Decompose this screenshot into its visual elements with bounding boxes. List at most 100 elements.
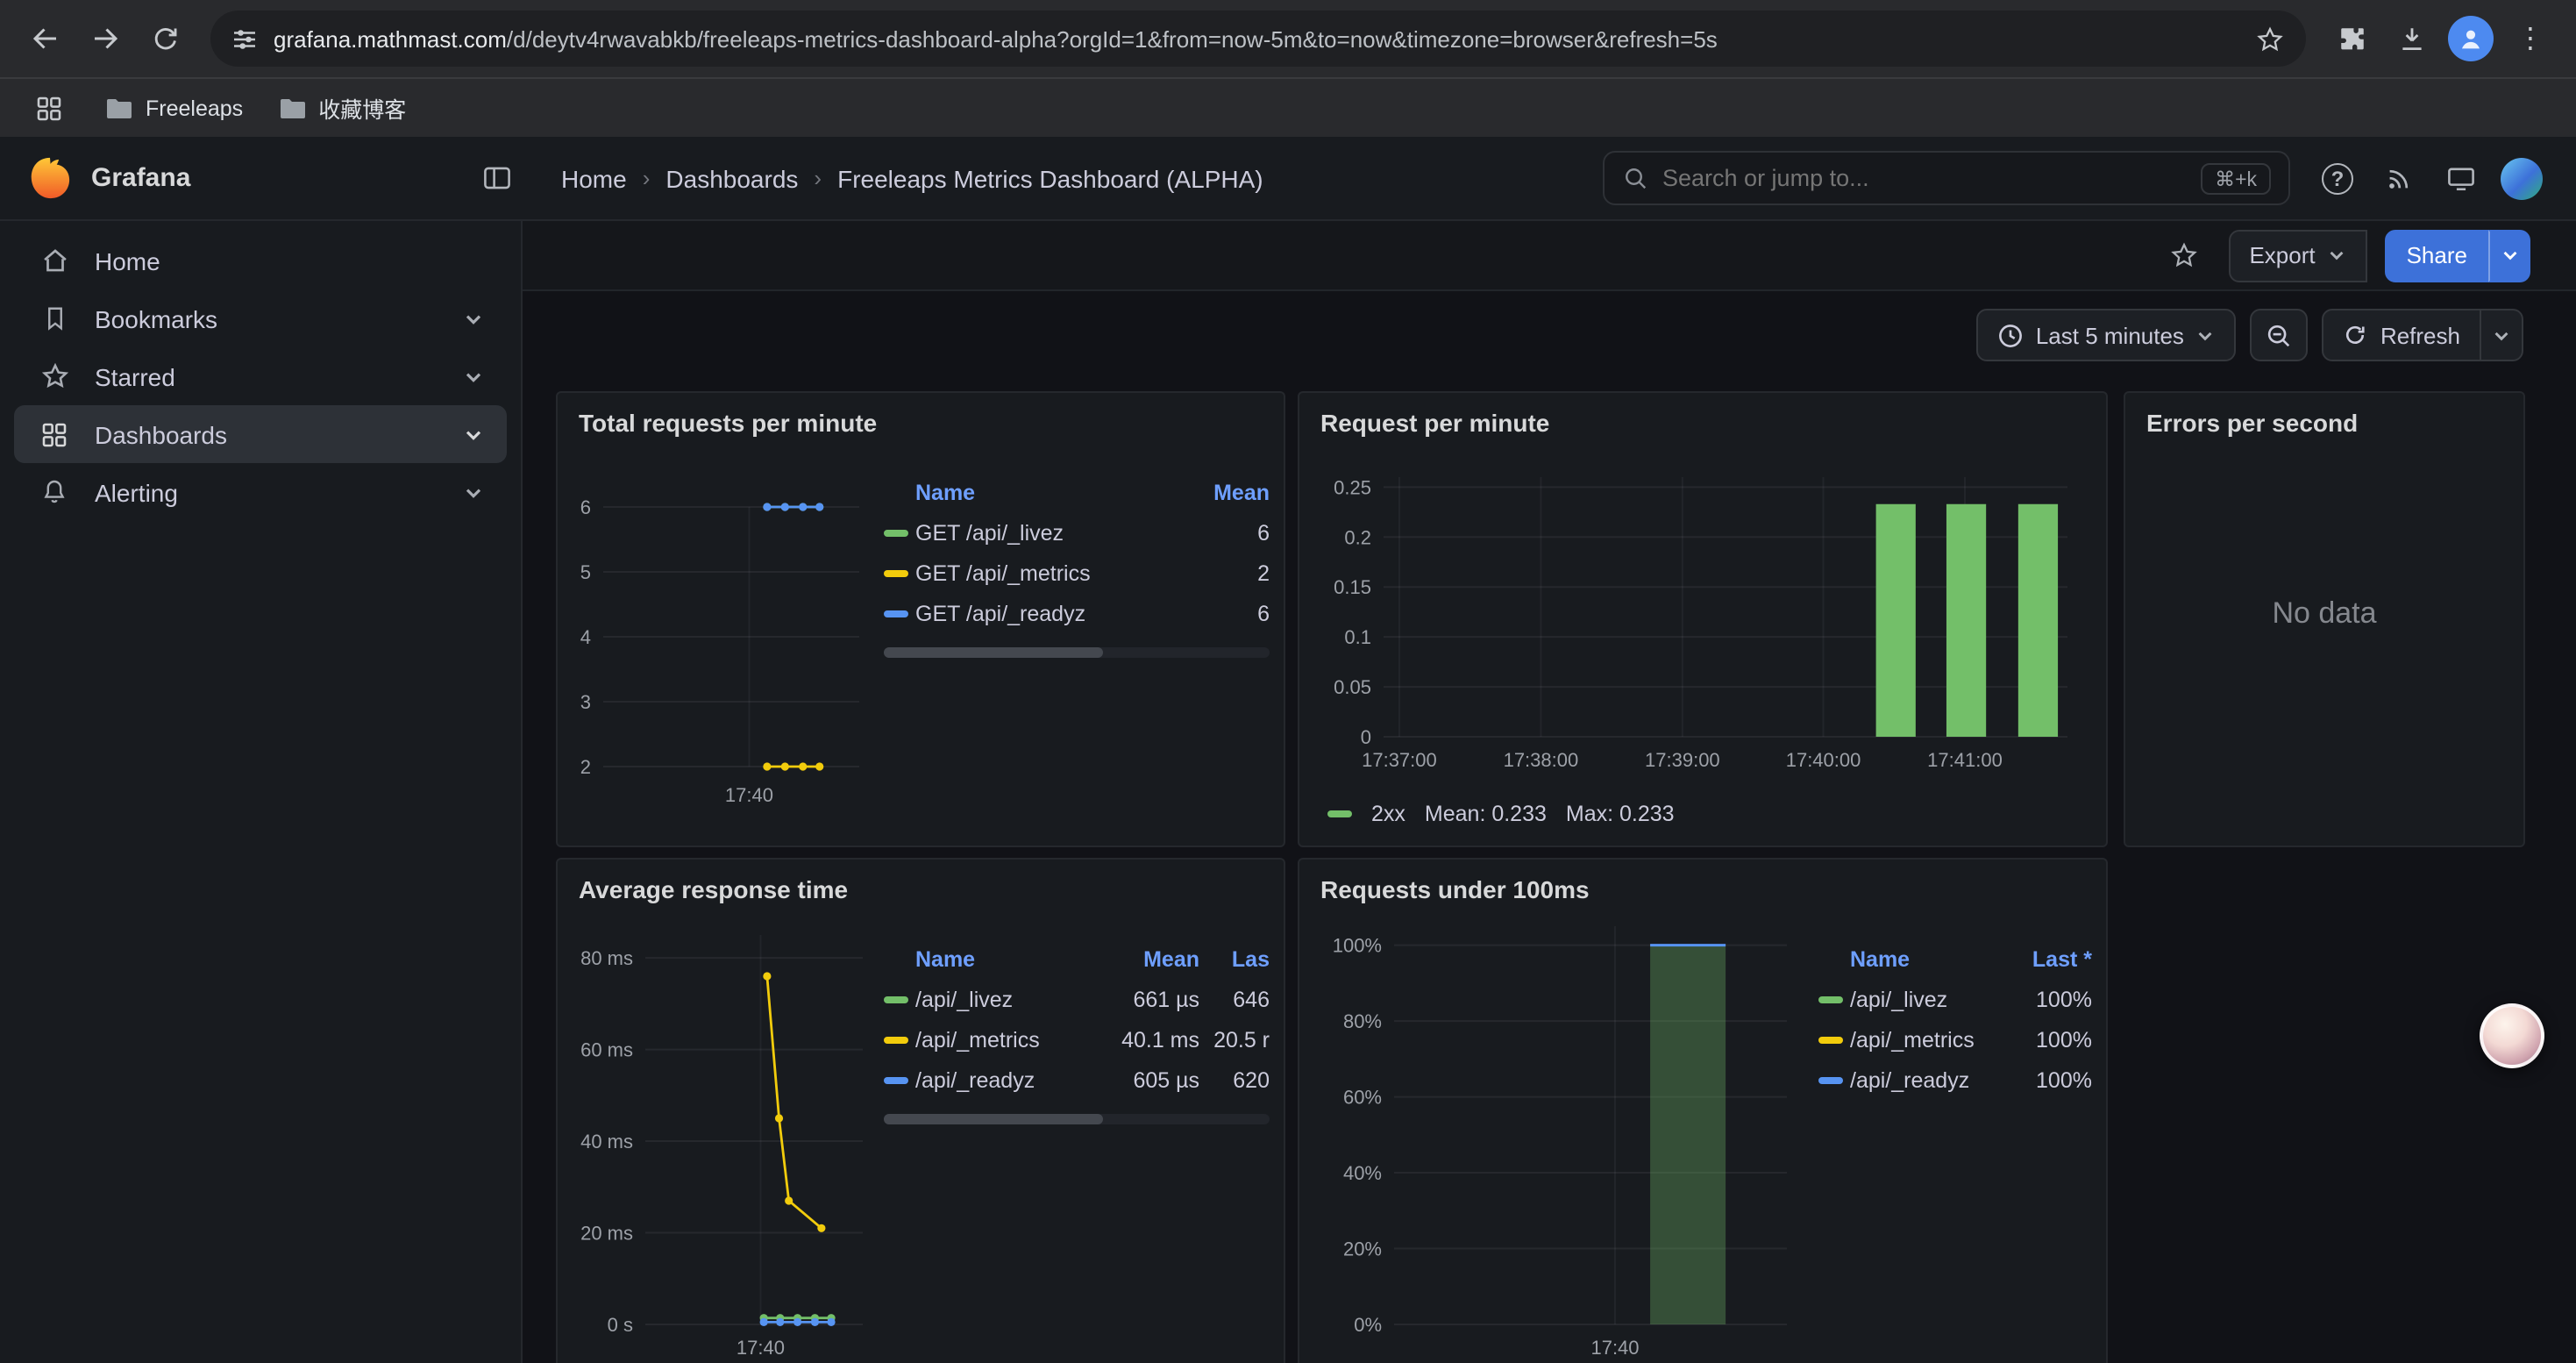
total-requests-chart[interactable]: 6543217:40	[572, 447, 870, 830]
refresh-button[interactable]: Refresh	[2323, 309, 2481, 361]
legend-scrollbar[interactable]	[884, 647, 1270, 658]
series-name[interactable]: /api/_metrics	[915, 1027, 1094, 1052]
sidebar-item-starred[interactable]: Starred	[14, 347, 507, 405]
legend-row: /api/_readyz 605 µs 620	[884, 1060, 1270, 1100]
legend-scrollbar[interactable]	[884, 1114, 1270, 1124]
series-name[interactable]: GET /api/_metrics	[915, 560, 1257, 585]
series-mean: 605 µs	[1094, 1067, 1199, 1092]
zoom-out-button[interactable]	[2251, 309, 2309, 361]
downloads-button[interactable]	[2383, 11, 2439, 67]
grafana-app: Grafana Home › Dashboards › Freeleaps Me…	[0, 137, 2576, 1363]
sidebar-toggle-button[interactable]	[470, 152, 523, 204]
help-button[interactable]: ?	[2311, 152, 2364, 204]
series-name[interactable]: 2xx	[1371, 802, 1405, 826]
site-info-icon[interactable]	[231, 25, 258, 52]
bookmark-item-freeleaps[interactable]: Freeleaps	[105, 96, 243, 120]
panel-title[interactable]: Requests under 100ms	[1313, 870, 2092, 914]
reload-button[interactable]	[137, 11, 193, 67]
series-marker[interactable]	[884, 529, 908, 536]
legend-col-mean[interactable]: Mean	[1213, 480, 1270, 504]
legend-col-mean[interactable]: Mean	[1094, 946, 1199, 971]
news-button[interactable]	[2373, 152, 2425, 204]
series-name[interactable]: /api/_metrics	[1850, 1027, 2036, 1052]
chevron-down-icon[interactable]	[463, 424, 484, 445]
sidebar-item-label: Home	[95, 246, 160, 275]
export-button[interactable]: Export	[2228, 229, 2367, 282]
legend-col-name[interactable]: Name	[1850, 946, 2032, 971]
back-icon	[30, 23, 61, 54]
bookmark-star-icon[interactable]	[2255, 24, 2285, 54]
bookmark-item-blogs[interactable]: 收藏博客	[278, 91, 406, 125]
series-marker[interactable]	[1818, 1036, 1843, 1043]
average-response-time-chart[interactable]: 80 ms60 ms40 ms20 ms0 s17:40	[572, 914, 870, 1363]
panel-title[interactable]: Average response time	[572, 870, 1270, 914]
favorite-dashboard-button[interactable]	[2158, 229, 2210, 282]
legend-col-last[interactable]: Last *	[2032, 946, 2092, 971]
legend-col-last[interactable]: Las	[1199, 946, 1270, 971]
chevron-down-icon[interactable]	[463, 482, 484, 503]
series-name[interactable]: /api/_livez	[915, 987, 1094, 1011]
legend-col-name[interactable]: Name	[915, 946, 1094, 971]
series-marker[interactable]	[884, 569, 908, 576]
svg-text:17:39:00: 17:39:00	[1645, 749, 1720, 771]
extensions-button[interactable]	[2323, 11, 2380, 67]
scrollbar-thumb[interactable]	[884, 1114, 1104, 1124]
refresh-interval-button[interactable]	[2481, 309, 2523, 361]
legend-col-name[interactable]: Name	[915, 480, 1213, 504]
panel-title[interactable]: Request per minute	[1313, 403, 2092, 447]
back-button[interactable]	[18, 11, 74, 67]
browser-menu-button[interactable]: ⋮	[2502, 11, 2558, 67]
panel-title[interactable]: Total requests per minute	[572, 403, 1270, 447]
breadcrumb: Home › Dashboards › Freeleaps Metrics Da…	[561, 164, 1263, 192]
svg-text:2: 2	[580, 756, 591, 778]
chevron-down-icon	[2492, 325, 2511, 345]
series-marker[interactable]	[1818, 995, 1843, 1003]
series-name[interactable]: /api/_readyz	[1850, 1067, 2036, 1092]
sidebar-item-dashboards[interactable]: Dashboards	[14, 405, 507, 463]
svg-text:60 ms: 60 ms	[580, 1039, 633, 1061]
series-name[interactable]: /api/_livez	[1850, 987, 2036, 1011]
series-marker[interactable]	[1818, 1076, 1843, 1083]
download-icon	[2396, 24, 2426, 54]
search-box[interactable]: ⌘+k	[1603, 151, 2290, 205]
series-marker[interactable]	[884, 1036, 908, 1043]
breadcrumb-home[interactable]: Home	[561, 164, 627, 192]
chevron-down-icon[interactable]	[463, 366, 484, 387]
sidebar-item-bookmarks[interactable]: Bookmarks	[14, 289, 507, 347]
search-input[interactable]	[1662, 165, 2187, 191]
display-button[interactable]	[2434, 152, 2487, 204]
series-mean: 2	[1257, 560, 1270, 585]
series-marker[interactable]	[1327, 810, 1352, 817]
url-text[interactable]: grafana.mathmast.com/d/deytv4rwavabkb/fr…	[274, 25, 2239, 52]
zoom-out-icon	[2266, 322, 2293, 348]
omnibox[interactable]: grafana.mathmast.com/d/deytv4rwavabkb/fr…	[210, 11, 2306, 67]
user-menu-button[interactable]	[2495, 152, 2548, 204]
breadcrumb-dashboards[interactable]: Dashboards	[665, 164, 798, 192]
share-button[interactable]: Share	[2386, 229, 2488, 282]
series-name[interactable]: GET /api/_readyz	[915, 601, 1257, 625]
request-per-minute-chart[interactable]: 0.250.20.150.10.05017:37:0017:38:0017:39…	[1313, 447, 2092, 798]
scrollbar-thumb[interactable]	[884, 647, 1104, 658]
apps-grid-button[interactable]	[28, 87, 70, 129]
series-name[interactable]: GET /api/_livez	[915, 520, 1257, 545]
grafana-logo[interactable]	[28, 156, 72, 200]
series-marker[interactable]	[884, 995, 908, 1003]
share-menu-button[interactable]	[2488, 229, 2530, 282]
series-name[interactable]: /api/_readyz	[915, 1067, 1094, 1092]
sidebar-item-label: Starred	[95, 362, 175, 390]
series-marker[interactable]	[884, 610, 908, 617]
legend-table: Name Last * /api/_livez 100%	[1818, 914, 2092, 1363]
main-area: Export Share	[523, 221, 2576, 1363]
panel-title[interactable]: Errors per second	[2139, 403, 2509, 447]
sidebar-item-home[interactable]: Home	[14, 232, 507, 289]
browser-toolbar: grafana.mathmast.com/d/deytv4rwavabkb/fr…	[0, 0, 2576, 77]
requests-under-100ms-chart[interactable]: 100%80%60%40%20%0%17:40	[1313, 914, 1804, 1363]
sidebar-item-alerting[interactable]: Alerting	[14, 463, 507, 521]
time-range-picker[interactable]: Last 5 minutes	[1976, 309, 2237, 361]
floating-assistant-avatar[interactable]	[2480, 1003, 2544, 1068]
series-marker[interactable]	[884, 1076, 908, 1083]
profile-button[interactable]	[2443, 11, 2499, 67]
forward-button[interactable]	[77, 11, 133, 67]
svg-text:4: 4	[580, 626, 591, 648]
chevron-down-icon[interactable]	[463, 308, 484, 329]
